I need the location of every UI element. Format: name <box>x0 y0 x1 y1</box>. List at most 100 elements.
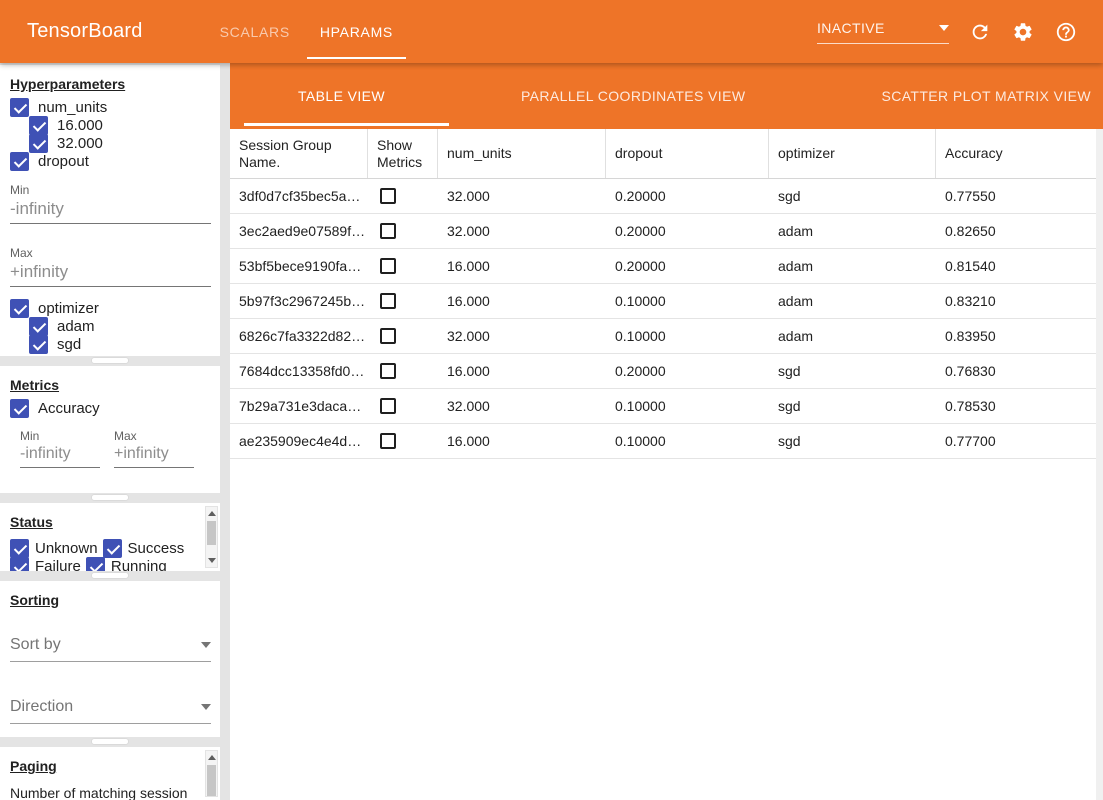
settings-button[interactable] <box>1011 20 1035 44</box>
show-metrics-cell <box>368 284 438 318</box>
optimizer-value-adam: adam <box>29 317 210 335</box>
session-group-table: Session Group Name. Show Metrics num_uni… <box>230 129 1103 800</box>
tab-hparams[interactable]: HPARAMS <box>305 0 408 63</box>
optimizer-cell: sgd <box>769 179 936 213</box>
num-units-checkbox[interactable] <box>10 98 29 117</box>
col-num-units: num_units <box>438 129 606 178</box>
show-metrics-checkbox[interactable] <box>380 188 396 204</box>
sidebar: Hyperparameters num_units 16.000 32.000 … <box>0 65 220 800</box>
panel-gap <box>0 356 220 366</box>
unknown-checkbox[interactable] <box>10 539 29 558</box>
status-selector[interactable]: INACTIVE <box>817 20 949 44</box>
running-label: Running <box>111 558 167 572</box>
show-metrics-cell <box>368 319 438 353</box>
failure-checkbox[interactable] <box>10 557 29 572</box>
value-32-checkbox[interactable] <box>29 134 48 153</box>
table-row: 5b97f3c2967245b… 16.000 0.10000 adam 0.8… <box>230 284 1096 319</box>
status-running: Running <box>86 557 172 571</box>
tab-table-view[interactable]: TABLE VIEW <box>230 63 453 129</box>
optimizer-cell: sgd <box>769 424 936 458</box>
num-units-label: num_units <box>38 99 107 116</box>
unknown-label: Unknown <box>35 540 98 557</box>
accuracy-cell: 0.83210 <box>936 284 1096 318</box>
direction-select[interactable]: Direction <box>10 698 211 724</box>
optimizer-cell: adam <box>769 249 936 283</box>
accuracy-cell: 0.81540 <box>936 249 1096 283</box>
view-tabs: TABLE VIEW PARALLEL COORDINATES VIEW SCA… <box>230 63 1103 129</box>
metric-max-input[interactable] <box>114 443 194 468</box>
adam-checkbox[interactable] <box>29 317 48 336</box>
help-button[interactable] <box>1054 20 1078 44</box>
table-row: 3df0d7cf35bec5a… 32.000 0.20000 sgd 0.77… <box>230 179 1096 214</box>
success-checkbox[interactable] <box>103 539 122 558</box>
dropout-cell: 0.10000 <box>606 319 769 353</box>
scrollbar-thumb[interactable] <box>207 765 216 796</box>
dropout-cell: 0.10000 <box>606 284 769 318</box>
matching-groups-count: Number of matching session groups: 8 <box>10 784 192 800</box>
resize-handle[interactable] <box>92 573 128 578</box>
show-metrics-checkbox[interactable] <box>380 398 396 414</box>
resize-handle[interactable] <box>92 495 128 500</box>
dropout-max-input[interactable] <box>10 260 211 287</box>
sorting-title: Sorting <box>10 581 210 608</box>
scroll-up-icon <box>208 511 216 516</box>
show-metrics-checkbox[interactable] <box>380 293 396 309</box>
sort-by-select[interactable]: Sort by <box>10 636 211 662</box>
chevron-down-icon <box>201 704 211 710</box>
table-row: 3ec2aed9e07589f… 32.000 0.20000 adam 0.8… <box>230 214 1096 249</box>
running-checkbox[interactable] <box>86 557 105 572</box>
optimizer-checkbox[interactable] <box>10 299 29 318</box>
table-row: 7684dcc13358fd0… 16.000 0.20000 sgd 0.76… <box>230 354 1096 389</box>
scrollbar-thumb[interactable] <box>207 521 216 545</box>
refresh-button[interactable] <box>968 20 992 44</box>
optimizer-cell: adam <box>769 284 936 318</box>
show-metrics-checkbox[interactable] <box>380 433 396 449</box>
show-metrics-cell <box>368 179 438 213</box>
table-row: 53bf5bece9190fa… 16.000 0.20000 adam 0.8… <box>230 249 1096 284</box>
num-units-cell: 16.000 <box>438 284 606 318</box>
resize-handle[interactable] <box>92 358 128 363</box>
panel-gap <box>0 571 220 581</box>
status-scrollbar[interactable] <box>205 506 218 568</box>
accuracy-cell: 0.78530 <box>936 389 1096 423</box>
panel-gap <box>0 737 220 747</box>
accuracy-checkbox[interactable] <box>10 399 29 418</box>
accuracy-cell: 0.83950 <box>936 319 1096 353</box>
metric-min-input[interactable] <box>20 443 100 468</box>
num-units-cell: 32.000 <box>438 179 606 213</box>
col-optimizer: optimizer <box>769 129 936 178</box>
tab-scalars[interactable]: SCALARS <box>205 0 305 63</box>
sgd-checkbox[interactable] <box>29 335 48 354</box>
session-group-name: 7684dcc13358fd0… <box>230 354 368 388</box>
dropout-cell: 0.20000 <box>606 354 769 388</box>
num-units-cell: 16.000 <box>438 354 606 388</box>
value-16-checkbox[interactable] <box>29 116 48 135</box>
app-logo: TensorBoard <box>27 20 143 43</box>
show-metrics-checkbox[interactable] <box>380 258 396 274</box>
value-32-label: 32.000 <box>57 135 103 152</box>
show-metrics-checkbox[interactable] <box>380 223 396 239</box>
status-failure: Failure <box>10 557 86 571</box>
optimizer-cell: adam <box>769 214 936 248</box>
accuracy-cell: 0.76830 <box>936 354 1096 388</box>
accuracy-cell: 0.77700 <box>936 424 1096 458</box>
direction-value: Direction <box>10 698 73 716</box>
dropout-checkbox[interactable] <box>10 152 29 171</box>
show-metrics-checkbox[interactable] <box>380 363 396 379</box>
status-options: Unknown Success Failure Running <box>10 539 200 571</box>
tab-parallel-coordinates-view[interactable]: PARALLEL COORDINATES VIEW <box>453 63 813 129</box>
resize-handle[interactable] <box>92 739 128 744</box>
table-row: ae235909ec4e4d… 16.000 0.10000 sgd 0.777… <box>230 424 1096 459</box>
dropout-cell: 0.10000 <box>606 424 769 458</box>
show-metrics-checkbox[interactable] <box>380 328 396 344</box>
dropout-max-label: Max <box>10 246 210 260</box>
gear-icon <box>1012 21 1034 43</box>
table-header: Session Group Name. Show Metrics num_uni… <box>230 129 1096 179</box>
metric-range: Min Max <box>20 417 210 468</box>
num-units-value-32: 32.000 <box>29 134 210 152</box>
tab-scatter-plot-matrix-view[interactable]: SCATTER PLOT MATRIX VIEW <box>813 63 1103 129</box>
optimizer-cell: sgd <box>769 354 936 388</box>
session-group-name: 7b29a731e3daca… <box>230 389 368 423</box>
paging-scrollbar[interactable] <box>205 750 218 797</box>
dropout-min-input[interactable] <box>10 197 211 224</box>
